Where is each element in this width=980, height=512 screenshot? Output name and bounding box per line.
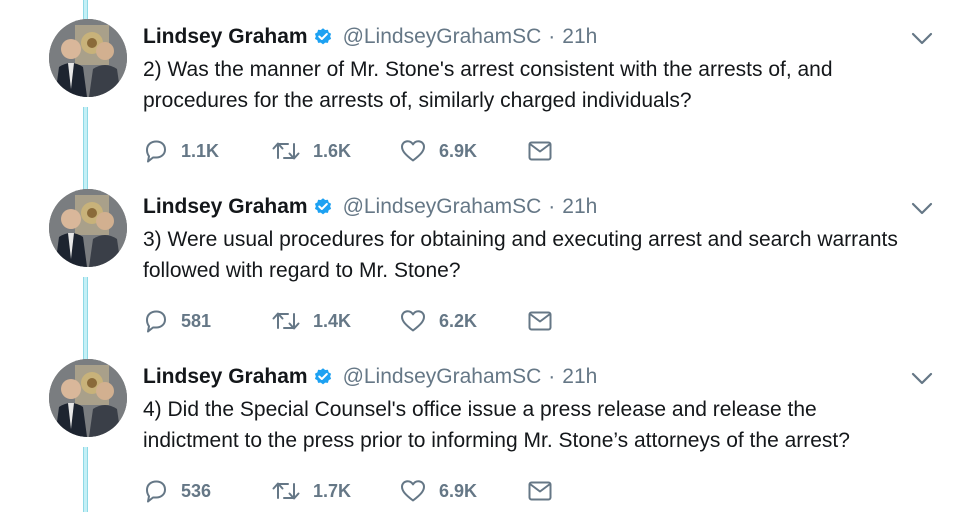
verified-badge-icon	[314, 198, 331, 215]
envelope-icon	[528, 141, 552, 161]
avatar[interactable]	[49, 359, 127, 437]
timestamp[interactable]: 21h	[562, 365, 597, 389]
reply-icon	[146, 480, 166, 503]
retweet-icon	[272, 142, 300, 160]
retweet-count: 1.4K	[313, 310, 352, 331]
like-count: 6.2K	[439, 310, 478, 331]
separator-dot: ·	[548, 25, 556, 48]
reply-icon	[146, 310, 166, 333]
retweet-button[interactable]: 1.7K	[271, 478, 399, 504]
author-name[interactable]: Lindsey Graham	[143, 195, 308, 219]
tweet-text-line: 3) Were usual procedures for obtaining a…	[143, 228, 898, 251]
tweet-text: 2) Was the manner of Mr. Stone's arrest …	[143, 54, 943, 116]
retweet-icon	[272, 482, 300, 500]
retweet-count: 1.7K	[313, 480, 352, 501]
verified-badge-icon	[314, 368, 331, 385]
author-handle[interactable]: @LindseyGrahamSC	[343, 25, 542, 49]
tweet-header: Lindsey Graham @LindseyGrahamSC · 21h	[143, 22, 597, 52]
tweet-actions: 1.1K 1.6K 6.9K	[143, 135, 554, 167]
tweet[interactable]: Lindsey Graham @LindseyGrahamSC · 21h 2)…	[0, 0, 980, 170]
tweet-text-line: indictment to the press prior to informi…	[143, 429, 850, 452]
timestamp[interactable]: 21h	[562, 25, 597, 49]
author-handle[interactable]: @LindseyGrahamSC	[343, 195, 542, 219]
reply-button[interactable]: 581	[143, 308, 271, 334]
tweet-text: 3) Were usual procedures for obtaining a…	[143, 224, 943, 286]
envelope-icon	[528, 311, 552, 331]
direct-message-button[interactable]	[526, 138, 554, 164]
like-count: 6.9K	[439, 480, 478, 501]
retweet-button[interactable]: 1.6K	[271, 138, 399, 164]
tweet-text-line: procedures for the arrests of, similarly…	[143, 89, 692, 112]
tweet[interactable]: Lindsey Graham @LindseyGrahamSC · 21h 4)…	[0, 340, 980, 510]
retweet-button[interactable]: 1.4K	[271, 308, 399, 334]
timestamp[interactable]: 21h	[562, 195, 597, 219]
avatar[interactable]	[49, 19, 127, 97]
tweet-text-line: 4) Did the Special Counsel's office issu…	[143, 398, 817, 421]
tweet-text: 4) Did the Special Counsel's office issu…	[143, 394, 943, 456]
tweet-text-line: followed with regard to Mr. Stone?	[143, 259, 461, 282]
tweet-actions: 536 1.7K 6.9K	[143, 475, 554, 507]
author-name[interactable]: Lindsey Graham	[143, 25, 308, 49]
heart-icon	[401, 140, 425, 162]
reply-count: 536	[181, 480, 212, 501]
retweet-icon	[272, 312, 300, 330]
direct-message-button[interactable]	[526, 308, 554, 334]
verified-badge-icon	[314, 28, 331, 45]
reply-button[interactable]: 1.1K	[143, 138, 271, 164]
avatar[interactable]	[49, 189, 127, 267]
retweet-count: 1.6K	[313, 140, 352, 161]
like-button[interactable]: 6.9K	[399, 138, 526, 164]
heart-icon	[401, 310, 425, 332]
heart-icon	[401, 480, 425, 502]
tweet-thread: Lindsey Graham @LindseyGrahamSC · 21h 2)…	[0, 0, 980, 512]
like-button[interactable]: 6.9K	[399, 478, 526, 504]
author-name[interactable]: Lindsey Graham	[143, 365, 308, 389]
tweet-actions: 581 1.4K 6.2K	[143, 305, 554, 337]
like-button[interactable]: 6.2K	[399, 308, 526, 334]
tweet-header: Lindsey Graham @LindseyGrahamSC · 21h	[143, 192, 597, 222]
author-handle[interactable]: @LindseyGrahamSC	[343, 365, 542, 389]
chevron-down-icon[interactable]	[910, 32, 934, 46]
reply-icon	[146, 140, 166, 163]
chevron-down-icon[interactable]	[910, 202, 934, 216]
envelope-icon	[528, 481, 552, 501]
chevron-down-icon[interactable]	[910, 372, 934, 386]
separator-dot: ·	[548, 195, 556, 218]
direct-message-button[interactable]	[526, 478, 554, 504]
reply-count: 1.1K	[181, 140, 220, 161]
tweet-header: Lindsey Graham @LindseyGrahamSC · 21h	[143, 362, 597, 392]
tweet[interactable]: Lindsey Graham @LindseyGrahamSC · 21h 3)…	[0, 170, 980, 340]
tweet-text-line: 2) Was the manner of Mr. Stone's arrest …	[143, 58, 833, 81]
like-count: 6.9K	[439, 140, 478, 161]
reply-button[interactable]: 536	[143, 478, 271, 504]
reply-count: 581	[181, 310, 212, 331]
separator-dot: ·	[548, 365, 556, 388]
